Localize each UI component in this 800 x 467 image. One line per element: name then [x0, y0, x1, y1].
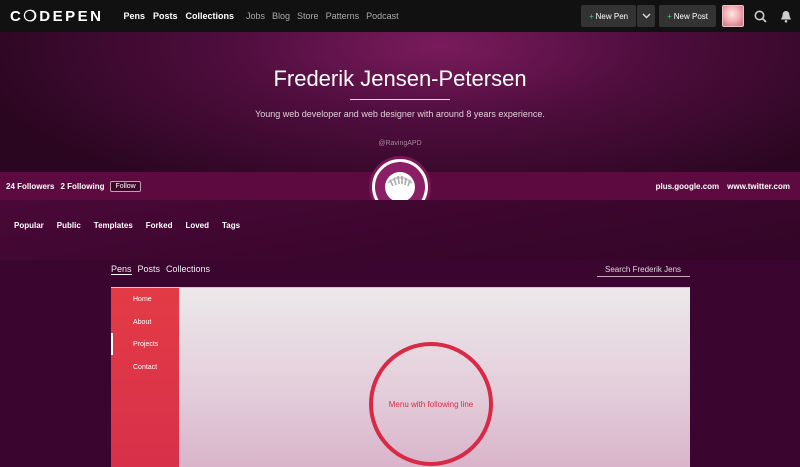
new-post-button[interactable]: + New Post	[659, 5, 716, 27]
menu-active-line	[111, 333, 113, 355]
new-post-label: New Post	[673, 11, 708, 21]
search-icon[interactable]	[750, 6, 770, 26]
nav-posts-link[interactable]: Posts	[153, 11, 178, 21]
preview-circle: Menu with following line	[369, 342, 493, 466]
top-navigation-bar: C❍DEPEN Pens Posts Collections Jobs Blog…	[0, 0, 800, 32]
profile-tabs: Popular Public Templates Forked Loved Ta…	[14, 221, 240, 230]
secondary-nav: Jobs Blog Store Patterns Podcast	[246, 11, 399, 21]
tab-templates[interactable]: Templates	[94, 221, 133, 230]
tab-loved[interactable]: Loved	[185, 221, 209, 230]
subnav-collections[interactable]: Collections	[166, 264, 210, 275]
follow-button[interactable]: Follow	[110, 180, 141, 192]
profile-header: Frederik Jensen-Petersen Young web devel…	[0, 32, 800, 172]
profile-search-input[interactable]	[597, 262, 690, 277]
following-count[interactable]: 2 Following	[60, 182, 104, 191]
preview-circle-text: Menu with following line	[388, 399, 474, 409]
chevron-down-icon	[642, 13, 651, 19]
nav-blog-link[interactable]: Blog	[272, 11, 290, 21]
new-pen-dropdown-button[interactable]	[637, 5, 656, 27]
nav-collections-link[interactable]: Collections	[186, 11, 235, 21]
name-divider	[350, 99, 450, 100]
tab-forked[interactable]: Forked	[146, 221, 173, 230]
nav-store-link[interactable]: Store	[297, 11, 319, 21]
codepen-logo[interactable]: C❍DEPEN	[10, 7, 103, 25]
tab-tags[interactable]: Tags	[222, 221, 240, 230]
tab-public[interactable]: Public	[57, 221, 81, 230]
pen-preview[interactable]: Home About Projects Contact Menu with fo…	[111, 287, 690, 467]
profile-name: Frederik Jensen-Petersen	[273, 66, 527, 91]
new-pen-label: New Pen	[595, 11, 629, 21]
plus-icon: +	[667, 11, 672, 21]
plus-icon: +	[588, 11, 594, 21]
preview-menu-projects[interactable]: Projects	[133, 341, 158, 348]
content-type-nav: Pens Posts Collections	[111, 264, 210, 275]
bell-icon[interactable]	[776, 6, 796, 26]
nav-pens-link[interactable]: Pens	[123, 11, 145, 21]
nav-patterns-link[interactable]: Patterns	[326, 11, 360, 21]
profile-links: plus.google.com www.twitter.com	[656, 182, 790, 191]
primary-nav: Pens Posts Collections	[123, 11, 234, 21]
followers-count[interactable]: 24 Followers	[6, 182, 54, 191]
preview-menu-contact[interactable]: Contact	[133, 364, 157, 371]
twitter-link[interactable]: www.twitter.com	[727, 182, 790, 191]
nav-podcast-link[interactable]: Podcast	[366, 11, 399, 21]
preview-menu-home[interactable]: Home	[133, 296, 152, 303]
tabs-background	[0, 200, 800, 260]
profile-bio: Young web developer and web designer wit…	[255, 109, 545, 119]
preview-menu-about[interactable]: About	[133, 319, 151, 326]
subnav-posts[interactable]: Posts	[138, 264, 161, 275]
nav-jobs-link[interactable]: Jobs	[246, 11, 265, 21]
user-avatar[interactable]	[722, 5, 744, 27]
tab-popular[interactable]: Popular	[14, 221, 44, 230]
top-actions: + New Pen + New Post	[580, 0, 800, 32]
follow-stats: 24 Followers 2 Following Follow	[6, 180, 141, 192]
subnav-pens[interactable]: Pens	[111, 264, 132, 275]
preview-sidebar-menu: Home About Projects Contact	[111, 288, 179, 467]
google-plus-link[interactable]: plus.google.com	[656, 182, 720, 191]
new-pen-button[interactable]: + New Pen	[580, 5, 637, 27]
profile-handle[interactable]: @RavingAPD	[0, 140, 800, 147]
